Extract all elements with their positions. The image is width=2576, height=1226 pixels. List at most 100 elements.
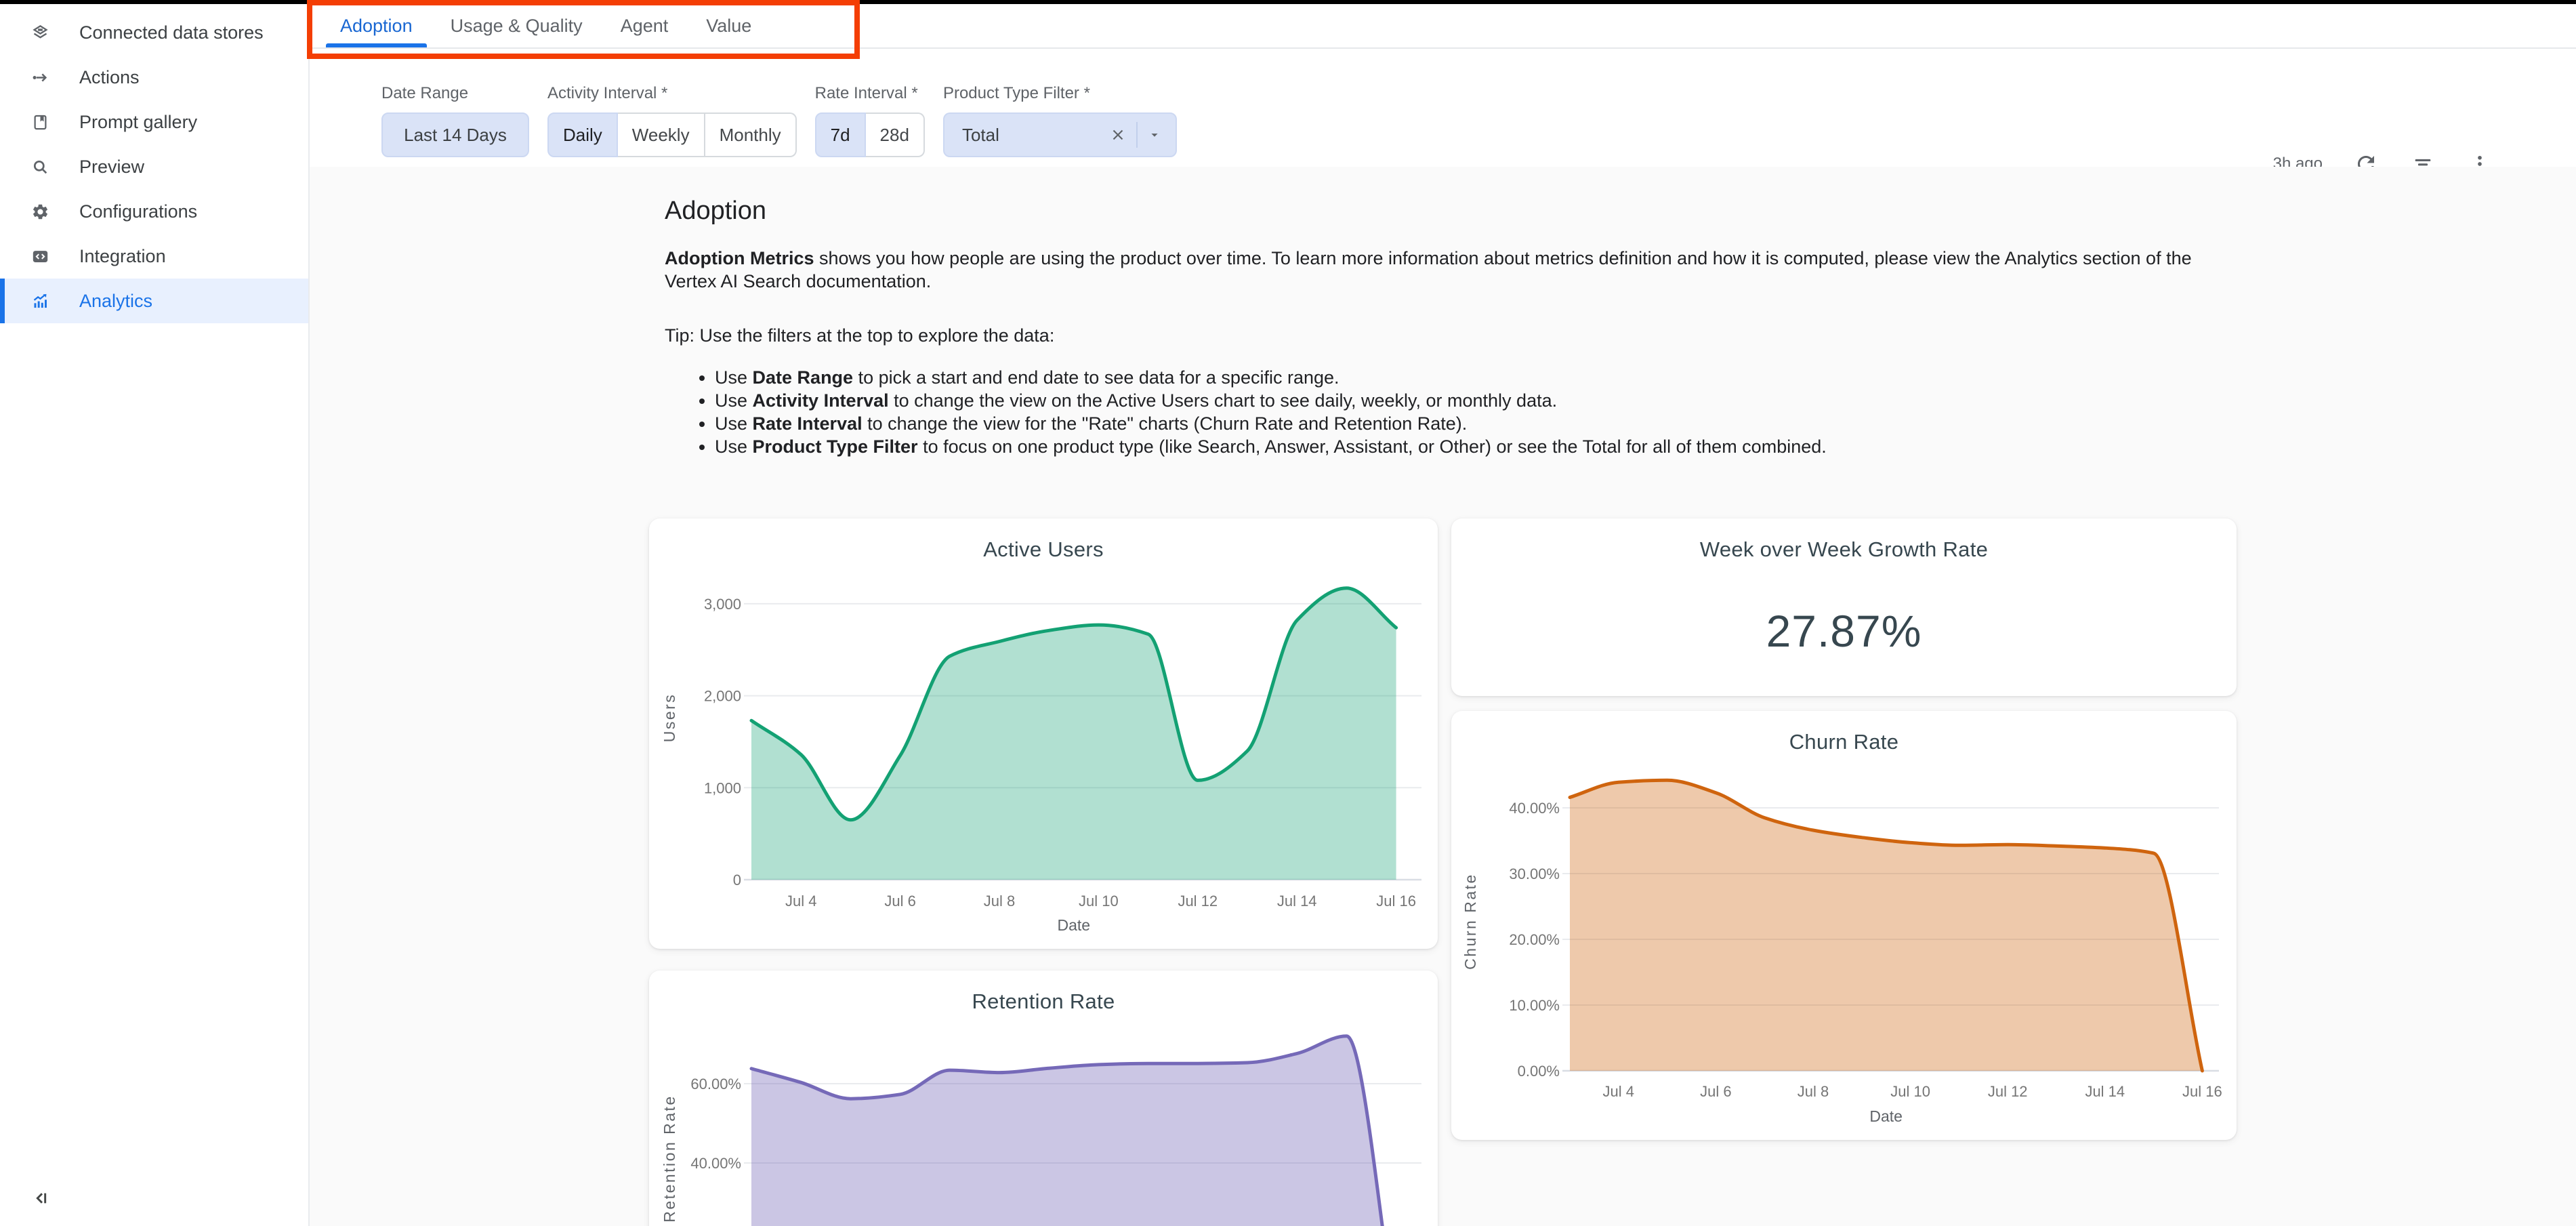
product-type-filter: Product Type Filter * Total bbox=[943, 49, 1177, 157]
date-range-chip[interactable]: Last 14 Days bbox=[381, 113, 529, 157]
list-item: Use Rate Interval to change the view for… bbox=[715, 412, 2216, 435]
active-users-card: Active Users 01,0002,0003,000Jul 4Jul 6J… bbox=[649, 518, 1438, 949]
sidebar-item-label: Analytics bbox=[79, 291, 152, 312]
growth-rate-value: 27.87% bbox=[1451, 605, 2237, 657]
list-item: Use Product Type Filter to focus on one … bbox=[715, 435, 2216, 458]
option-label: Daily bbox=[563, 125, 602, 146]
option-label: Weekly bbox=[632, 125, 690, 146]
option-label: 28d bbox=[880, 125, 909, 146]
search-icon bbox=[31, 158, 49, 176]
activity-weekly-option[interactable]: Weekly bbox=[618, 113, 705, 157]
intro-section: Adoption Adoption Metrics shows you how … bbox=[665, 195, 2216, 458]
svg-text:40.00%: 40.00% bbox=[1509, 800, 1560, 817]
sidebar-item-label: Actions bbox=[79, 67, 140, 88]
collapse-sidebar-button[interactable] bbox=[27, 1185, 54, 1212]
sidebar-item-connected-data-stores[interactable]: Connected data stores bbox=[0, 10, 308, 55]
svg-text:Jul 6: Jul 6 bbox=[884, 893, 915, 910]
chart-title: Week over Week Growth Rate bbox=[1451, 537, 2237, 562]
sidebar-item-integration[interactable]: Integration bbox=[0, 234, 308, 279]
top-edge-strip bbox=[0, 0, 2576, 4]
tab-usage-quality[interactable]: Usage & Quality bbox=[436, 4, 597, 47]
tab-bar: Adoption Usage & Quality Agent Value bbox=[310, 4, 2576, 49]
product-type-dropdown[interactable]: Total bbox=[943, 113, 1177, 157]
chevron-down-icon[interactable] bbox=[1147, 127, 1162, 142]
svg-text:Jul 16: Jul 16 bbox=[1376, 893, 1416, 910]
growth-rate-card: Week over Week Growth Rate 27.87% bbox=[1451, 518, 2237, 696]
retention-rate-card: Retention Rate 0.00%20.00%40.00%60.00%Ju… bbox=[649, 970, 1438, 1226]
date-range-label: Date Range bbox=[381, 84, 529, 103]
svg-text:2,000: 2,000 bbox=[704, 688, 741, 705]
product-type-label: Product Type Filter * bbox=[943, 84, 1177, 103]
svg-text:0: 0 bbox=[733, 872, 741, 888]
bullet-bold: Date Range bbox=[753, 367, 854, 388]
product-type-value: Total bbox=[958, 125, 1109, 146]
sidebar-item-label: Connected data stores bbox=[79, 22, 264, 43]
date-range-value: Last 14 Days bbox=[404, 125, 507, 146]
clear-icon[interactable] bbox=[1109, 126, 1127, 144]
churn-rate-card: Churn Rate 0.00%10.00%20.00%30.00%40.00%… bbox=[1451, 711, 2237, 1140]
rate-7d-option[interactable]: 7d bbox=[815, 113, 866, 157]
retention-rate-chart: 0.00%20.00%40.00%60.00%Jul 4Jul 6Jul 8Ju… bbox=[649, 970, 1438, 1226]
prompt-gallery-icon bbox=[31, 113, 49, 131]
tab-adoption[interactable]: Adoption bbox=[326, 4, 427, 47]
svg-text:Jul 8: Jul 8 bbox=[1798, 1083, 1829, 1100]
page-title: Adoption bbox=[665, 195, 2216, 226]
intro-text: shows you how people are using the produ… bbox=[665, 248, 2192, 291]
tab-value[interactable]: Value bbox=[692, 4, 766, 47]
svg-text:Jul 4: Jul 4 bbox=[1603, 1083, 1634, 1100]
bullet-text: to pick a start and end date to see data… bbox=[853, 367, 1339, 388]
intro-bold: Adoption Metrics bbox=[665, 248, 814, 268]
svg-text:Jul 4: Jul 4 bbox=[785, 893, 816, 910]
collapse-panel-icon bbox=[30, 1187, 51, 1209]
svg-text:20.00%: 20.00% bbox=[1509, 931, 1560, 948]
tab-agent[interactable]: Agent bbox=[606, 4, 683, 47]
sidebar-nav: Connected data stores Actions Prompt gal… bbox=[0, 0, 308, 323]
list-item: Use Date Range to pick a start and end d… bbox=[715, 366, 2216, 389]
churn-rate-chart: 0.00%10.00%20.00%30.00%40.00%Jul 4Jul 6J… bbox=[1451, 711, 2237, 1140]
content-area: Adoption Adoption Metrics shows you how … bbox=[310, 167, 2576, 1226]
bullet-bold: Product Type Filter bbox=[753, 436, 918, 457]
bullet-text: Use bbox=[715, 390, 753, 411]
rate-28d-option[interactable]: 28d bbox=[866, 113, 925, 157]
svg-text:10.00%: 10.00% bbox=[1509, 997, 1560, 1014]
sidebar-item-preview[interactable]: Preview bbox=[0, 144, 308, 189]
list-item: Use Activity Interval to change the view… bbox=[715, 389, 2216, 412]
sidebar-item-actions[interactable]: Actions bbox=[0, 55, 308, 100]
bullet-text: to change the view on the Active Users c… bbox=[889, 390, 1558, 411]
option-label: 7d bbox=[831, 125, 850, 146]
option-label: Monthly bbox=[720, 125, 781, 146]
sidebar-item-label: Prompt gallery bbox=[79, 112, 197, 133]
tip-paragraph: Tip: Use the filters at the top to explo… bbox=[665, 324, 2196, 347]
gear-icon bbox=[31, 203, 49, 221]
rate-interval-filter: Rate Interval * 7d 28d bbox=[815, 49, 925, 157]
main-area: Adoption Usage & Quality Agent Value Dat… bbox=[310, 4, 2576, 1226]
svg-text:0.00%: 0.00% bbox=[1518, 1063, 1560, 1080]
analytics-chart-icon bbox=[31, 292, 49, 310]
sidebar-item-prompt-gallery[interactable]: Prompt gallery bbox=[0, 100, 308, 144]
bullet-text: Use bbox=[715, 367, 753, 388]
activity-daily-option[interactable]: Daily bbox=[547, 113, 618, 157]
sidebar: Connected data stores Actions Prompt gal… bbox=[0, 0, 310, 1226]
bullet-bold: Rate Interval bbox=[753, 413, 863, 434]
sidebar-item-label: Configurations bbox=[79, 201, 197, 222]
tab-label: Usage & Quality bbox=[451, 16, 583, 37]
sidebar-item-analytics[interactable]: Analytics bbox=[0, 279, 308, 323]
svg-text:Jul 14: Jul 14 bbox=[2085, 1083, 2125, 1100]
date-range-filter: Date Range Last 14 Days bbox=[381, 49, 529, 157]
svg-text:3,000: 3,000 bbox=[704, 596, 741, 613]
activity-monthly-option[interactable]: Monthly bbox=[705, 113, 797, 157]
svg-text:1,000: 1,000 bbox=[704, 779, 741, 796]
divider bbox=[1136, 122, 1138, 148]
sidebar-item-configurations[interactable]: Configurations bbox=[0, 189, 308, 234]
svg-text:Jul 10: Jul 10 bbox=[1079, 893, 1119, 910]
svg-text:Jul 10: Jul 10 bbox=[1890, 1083, 1930, 1100]
bullet-text: Use bbox=[715, 436, 753, 457]
svg-text:Jul 12: Jul 12 bbox=[1988, 1083, 2028, 1100]
svg-text:Users: Users bbox=[661, 693, 678, 743]
filter-bar: Date Range Last 14 Days Activity Interva… bbox=[310, 49, 2576, 167]
tab-label: Adoption bbox=[340, 16, 413, 37]
svg-text:Retention Rate: Retention Rate bbox=[661, 1095, 678, 1222]
svg-text:Jul 16: Jul 16 bbox=[2182, 1083, 2222, 1100]
active-users-chart: 01,0002,0003,000Jul 4Jul 6Jul 8Jul 10Jul… bbox=[649, 518, 1438, 949]
sidebar-item-label: Preview bbox=[79, 157, 144, 178]
